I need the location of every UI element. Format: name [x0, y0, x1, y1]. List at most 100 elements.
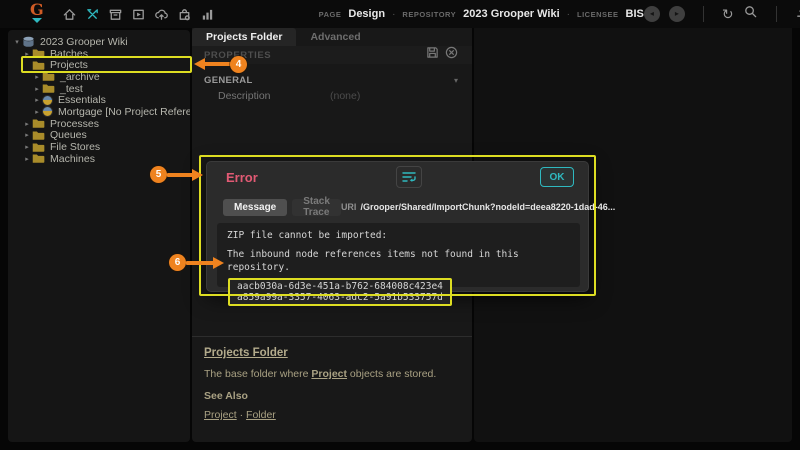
project-link[interactable]: Project — [204, 409, 237, 421]
word-wrap-button[interactable] — [396, 166, 422, 188]
tree-item-repository-root[interactable]: ▾ 2023 Grooper Wiki — [8, 36, 190, 48]
error-message-line: ZIP file cannot be imported: — [227, 229, 570, 242]
back-button[interactable]: ◂ — [644, 6, 660, 22]
project-link[interactable]: Project — [311, 368, 347, 380]
folder-icon — [32, 153, 45, 164]
tab-message[interactable]: Message — [223, 199, 287, 216]
help-body-text: The base folder where — [204, 368, 311, 380]
help-title: Projects Folder — [204, 347, 460, 359]
tree-item-file-stores[interactable]: ▸ File Stores — [8, 141, 190, 153]
tree-item-projects[interactable]: Projects — [8, 59, 190, 71]
imports-cloud-icon[interactable] — [154, 7, 169, 22]
jobs-bag-icon[interactable] — [177, 7, 192, 22]
node-tree-panel: ▾ 2023 Grooper Wiki ▸ Batches Projects ▸… — [8, 30, 190, 442]
general-label: GENERAL — [204, 75, 253, 86]
licensee-label: LICENSEE — [577, 10, 619, 19]
expand-arrow-icon[interactable]: ▸ — [32, 108, 42, 116]
project-icon — [42, 106, 53, 117]
expand-arrow-icon[interactable]: ▸ — [32, 73, 42, 81]
separator-dot: · — [392, 9, 395, 20]
properties-label: PROPERTIES — [204, 50, 271, 61]
tree-item-mortgage[interactable]: ▸ Mortgage [No Project References] — [8, 106, 190, 118]
tree-item-label: Machines — [50, 153, 95, 165]
batch-process-icon[interactable] — [131, 7, 146, 22]
expand-arrow-icon[interactable]: ▸ — [22, 131, 32, 139]
chevron-down-icon[interactable]: ▾ — [454, 76, 458, 85]
error-message-line: The inbound node references items not fo… — [227, 248, 570, 274]
see-also-links: Project · Folder — [204, 409, 460, 421]
tree-item-archive[interactable]: ▸ _archive — [8, 71, 190, 83]
close-icon[interactable] — [445, 46, 458, 64]
help-section: Projects Folder The base folder where Pr… — [192, 336, 472, 421]
description-property-row[interactable]: Description (none) — [192, 88, 472, 103]
see-also-label: See Also — [204, 390, 460, 402]
repository-label: REPOSITORY — [402, 10, 456, 19]
expand-arrow-icon[interactable]: ▸ — [22, 155, 32, 163]
tab-projects-folder[interactable]: Projects Folder — [192, 28, 296, 46]
repository-value[interactable]: 2023 Grooper Wiki — [463, 8, 560, 20]
folder-link[interactable]: Folder — [246, 409, 276, 421]
tree-item-label: Projects — [50, 59, 88, 71]
download-icon[interactable] — [795, 4, 800, 24]
uri-value: /Grooper/Shared/ImportChunk?nodeId=deea8… — [360, 202, 615, 212]
help-body-text: objects are stored. — [347, 368, 436, 380]
tree-item-processes[interactable]: ▸ Processes — [8, 118, 190, 130]
expand-arrow-icon[interactable]: ▸ — [32, 96, 42, 104]
tree-item-label: _archive — [60, 71, 100, 83]
folder-icon — [32, 48, 45, 59]
expand-arrow-icon[interactable]: ▸ — [22, 50, 32, 58]
page-value[interactable]: Design — [348, 8, 385, 20]
tree-item-essentials[interactable]: ▸ Essentials — [8, 94, 190, 106]
tree-item-queues[interactable]: ▸ Queues — [8, 130, 190, 142]
properties-toolbar: PROPERTIES — [192, 46, 472, 64]
tree-item-label: Processes — [50, 118, 99, 130]
folder-icon — [32, 130, 45, 141]
expand-arrow-icon[interactable]: ▾ — [12, 38, 22, 46]
tree-item-test[interactable]: ▸ _test — [8, 83, 190, 95]
stats-chart-icon[interactable] — [200, 7, 215, 22]
error-dialog: Error OK Message Stack Trace URI/Grooper… — [206, 161, 589, 292]
general-section-header[interactable]: GENERAL ▾ — [192, 72, 472, 88]
description-value[interactable]: (none) — [330, 90, 360, 102]
expand-arrow-icon[interactable]: ▸ — [22, 143, 32, 151]
help-body: The base folder where Project objects ar… — [204, 368, 460, 380]
tab-stack-trace[interactable]: Stack Trace — [292, 199, 341, 216]
ok-button[interactable]: OK — [540, 167, 574, 187]
tree-item-batches[interactable]: ▸ Batches — [8, 48, 190, 60]
tree-item-label: 2023 Grooper Wiki — [40, 36, 128, 48]
grooper-logo[interactable]: G — [30, 2, 44, 26]
search-icon[interactable] — [743, 4, 758, 24]
tree-item-label: Mortgage [No Project References] — [58, 106, 190, 118]
tree-item-label: File Stores — [50, 141, 100, 153]
folder-icon — [32, 118, 45, 129]
save-icon[interactable] — [426, 46, 439, 64]
tree-item-machines[interactable]: ▸ Machines — [8, 153, 190, 165]
link-separator: · — [240, 409, 244, 421]
tree-item-label: _test — [60, 83, 83, 95]
guid-highlight-box: aacb030a-6d3e-451a-b762-684008c423e4 a85… — [228, 278, 452, 306]
app-window: G PAGE Design · REPOSITORY 2023 Grooper … — [0, 0, 800, 450]
uri-field: URI/Grooper/Shared/ImportChunk?nodeId=de… — [341, 202, 615, 212]
folder-icon — [32, 60, 45, 71]
expand-arrow-icon[interactable]: ▸ — [32, 85, 42, 93]
design-tools-icon[interactable] — [85, 7, 100, 22]
separator-dot: · — [567, 9, 570, 20]
page-label: PAGE — [319, 10, 342, 19]
context-info: PAGE Design · REPOSITORY 2023 Grooper Wi… — [319, 8, 644, 20]
folder-icon — [42, 71, 55, 82]
expand-arrow-icon[interactable]: ▸ — [22, 120, 32, 128]
divider — [703, 6, 704, 22]
logo-letter: G — [30, 2, 44, 18]
licensee-value: BIS — [626, 8, 644, 20]
guid-value: aacb030a-6d3e-451a-b762-684008c423e4 — [237, 281, 443, 292]
batches-box-icon[interactable] — [108, 7, 123, 22]
tree-item-label: Batches — [50, 48, 88, 60]
home-icon[interactable] — [62, 7, 77, 22]
forward-button[interactable]: ▸ — [669, 6, 685, 22]
divider — [776, 6, 777, 22]
dialog-tabs: Message Stack Trace URI/Grooper/Shared/I… — [223, 198, 582, 216]
folder-icon — [42, 83, 55, 94]
tab-advanced[interactable]: Advanced — [296, 28, 374, 46]
error-message-body: ZIP file cannot be imported: The inbound… — [217, 223, 580, 287]
refresh-icon[interactable]: ↻ — [722, 7, 734, 21]
